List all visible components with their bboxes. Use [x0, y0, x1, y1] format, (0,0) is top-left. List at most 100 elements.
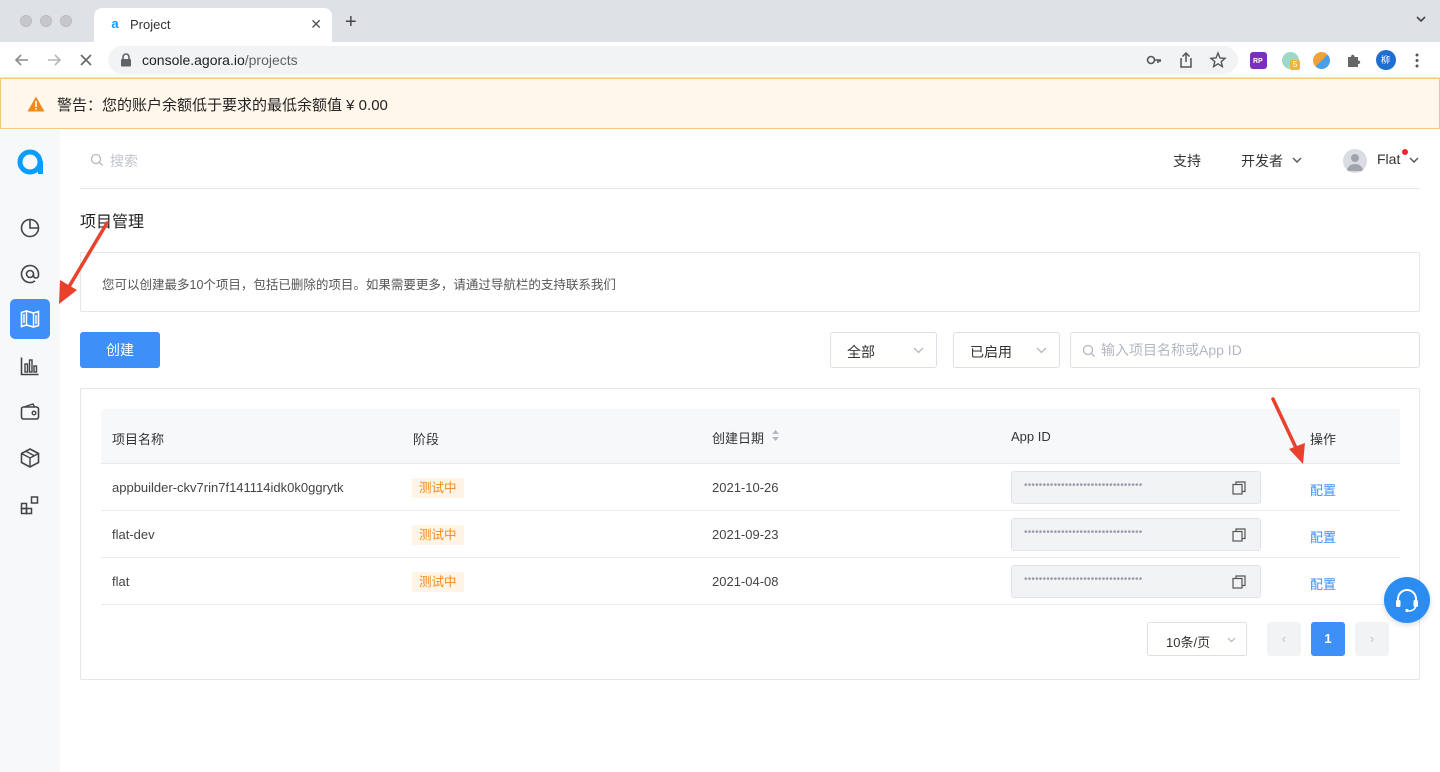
- copy-icon[interactable]: [1232, 481, 1246, 495]
- app-id-masked: ••••••••••••••••••••••••••••••••: [1024, 574, 1143, 585]
- copy-icon[interactable]: [1232, 528, 1246, 542]
- back-icon[interactable]: [13, 51, 31, 69]
- col-project-name: 项目名称: [112, 432, 165, 447]
- configure-link[interactable]: 配置: [1310, 574, 1336, 593]
- stop-loading-icon[interactable]: [77, 51, 95, 69]
- share-icon[interactable]: [1177, 51, 1195, 69]
- bookmark-star-icon[interactable]: [1209, 51, 1227, 69]
- window-minimize-dot[interactable]: [40, 15, 52, 27]
- rp-extension-icon[interactable]: RP: [1250, 52, 1267, 69]
- user-chevron-down-icon[interactable]: [1409, 157, 1419, 164]
- global-search-placeholder: 搜索: [110, 153, 138, 169]
- page-title: 项目管理: [80, 214, 145, 231]
- notification-dot: [1402, 149, 1408, 155]
- browser-menu-icon[interactable]: [1410, 52, 1424, 69]
- url-path: /projects: [244, 52, 298, 68]
- extensions-puzzle-icon[interactable]: [1345, 52, 1362, 69]
- agora-logo[interactable]: [17, 148, 45, 176]
- table-row: flat 测试中 2021-04-08 ••••••••••••••••••••…: [101, 558, 1400, 605]
- global-search[interactable]: 搜索: [90, 151, 250, 169]
- col-created-date[interactable]: 创建日期: [712, 428, 764, 447]
- table-row: appbuilder-ckv7rin7f141114idk0k0ggrytk 测…: [101, 464, 1400, 511]
- app-id-field: ••••••••••••••••••••••••••••••••: [1011, 471, 1261, 504]
- page-size-select[interactable]: 10条/页: [1147, 622, 1247, 656]
- sort-icon[interactable]: [771, 429, 780, 442]
- app-id-field: ••••••••••••••••••••••••••••••••: [1011, 518, 1261, 551]
- created-date: 2021-04-08: [712, 574, 779, 589]
- page-1-button[interactable]: 1: [1311, 622, 1345, 656]
- url-host: console.agora.io: [142, 52, 245, 68]
- user-name[interactable]: Flat: [1377, 151, 1400, 167]
- key-icon[interactable]: [1145, 51, 1163, 69]
- developer-chevron-down-icon[interactable]: [1292, 157, 1302, 164]
- dashboard-icon: [20, 218, 40, 238]
- page-size-value: 10条/页: [1166, 635, 1211, 650]
- extension-badge: 5: [1290, 60, 1300, 70]
- new-tab-button[interactable]: +: [345, 12, 357, 32]
- chevron-down-icon: [1036, 347, 1047, 354]
- nav-billing[interactable]: [10, 392, 50, 432]
- app-id-field: ••••••••••••••••••••••••••••••••: [1011, 565, 1261, 598]
- project-limit-notice: 您可以创建最多10个项目，包括已删除的项目。如果需要更多，请通过导航栏的支持联系…: [80, 252, 1420, 312]
- package-icon: [20, 448, 40, 468]
- table-row: flat-dev 测试中 2021-09-23 ••••••••••••••••…: [101, 511, 1400, 558]
- low-balance-warning: 警告：您的账户余额低于要求的最低余额值 ¥ 0.00: [0, 78, 1440, 129]
- create-project-button[interactable]: 创建: [80, 332, 160, 368]
- profile-avatar[interactable]: 柳: [1376, 50, 1396, 70]
- warning-text: 警告：您的账户余额低于要求的最低余额值 ¥ 0.00: [57, 97, 388, 114]
- support-chat-button[interactable]: [1384, 577, 1430, 623]
- stage-filter-select[interactable]: 全部: [830, 332, 937, 368]
- col-app-id: App ID: [1011, 429, 1051, 444]
- browser-tab[interactable]: a Project ✕: [94, 8, 332, 42]
- prev-page-button[interactable]: ‹: [1267, 622, 1301, 656]
- created-date: 2021-10-26: [712, 480, 779, 495]
- fox-extension-icon[interactable]: [1313, 52, 1330, 69]
- configure-link[interactable]: 配置: [1310, 480, 1336, 499]
- nav-contacts[interactable]: [10, 254, 50, 294]
- browser-tab-bar: a Project ✕ +: [0, 0, 1440, 42]
- project-search-input[interactable]: [1101, 340, 1401, 360]
- profile-initial: 柳: [1381, 55, 1391, 65]
- next-page-button[interactable]: ›: [1355, 622, 1389, 656]
- copy-icon[interactable]: [1232, 575, 1246, 589]
- color-extension-icon[interactable]: 5: [1282, 52, 1300, 70]
- url-field[interactable]: console.agora.io/projects: [108, 46, 1238, 74]
- nav-packages[interactable]: [10, 438, 50, 478]
- project-search[interactable]: [1070, 332, 1420, 368]
- user-icon: [1347, 154, 1363, 171]
- stage-tag: 测试中: [412, 478, 464, 498]
- developer-menu[interactable]: 开发者: [1241, 151, 1283, 171]
- at-icon: [20, 264, 40, 284]
- project-name: appbuilder-ckv7rin7f141114idk0k0ggrytk: [112, 480, 344, 495]
- notice-text: 您可以创建最多10个项目，包括已删除的项目。如果需要更多，请通过导航栏的支持联系…: [102, 278, 616, 292]
- projects-icon: [20, 310, 40, 328]
- nav-dashboard[interactable]: [10, 208, 50, 248]
- user-avatar[interactable]: [1343, 149, 1367, 173]
- col-actions: 操作: [1310, 432, 1337, 447]
- extensions-icon: [20, 496, 39, 515]
- status-filter-select[interactable]: 已启用: [953, 332, 1060, 368]
- col-stage: 阶段: [413, 432, 440, 447]
- tab-list-chevron-icon[interactable]: [1416, 14, 1426, 24]
- tab-title: Project: [130, 17, 171, 32]
- usage-chart-icon: [20, 357, 39, 376]
- configure-link[interactable]: 配置: [1310, 527, 1336, 546]
- created-date: 2021-09-23: [712, 527, 779, 542]
- app-id-masked: ••••••••••••••••••••••••••••••••: [1024, 480, 1143, 491]
- chevron-down-icon: [1227, 637, 1236, 643]
- window-close-dot[interactable]: [20, 15, 32, 27]
- nav-extensions[interactable]: [10, 485, 50, 525]
- warning-icon: [27, 96, 45, 112]
- app-id-masked: ••••••••••••••••••••••••••••••••: [1024, 527, 1143, 538]
- window-zoom-dot[interactable]: [60, 15, 72, 27]
- stage-tag: 测试中: [412, 572, 464, 592]
- tab-close-icon[interactable]: ✕: [310, 16, 322, 32]
- stage-filter-value: 全部: [847, 344, 875, 360]
- nav-projects[interactable]: [10, 299, 50, 339]
- top-header: 搜索 支持 开发者 Flat: [80, 129, 1420, 189]
- stage-tag: 测试中: [412, 525, 464, 545]
- url-text: console.agora.io/projects: [142, 52, 298, 68]
- support-link[interactable]: 支持: [1173, 151, 1201, 171]
- forward-icon[interactable]: [45, 51, 63, 69]
- nav-usage[interactable]: [10, 346, 50, 386]
